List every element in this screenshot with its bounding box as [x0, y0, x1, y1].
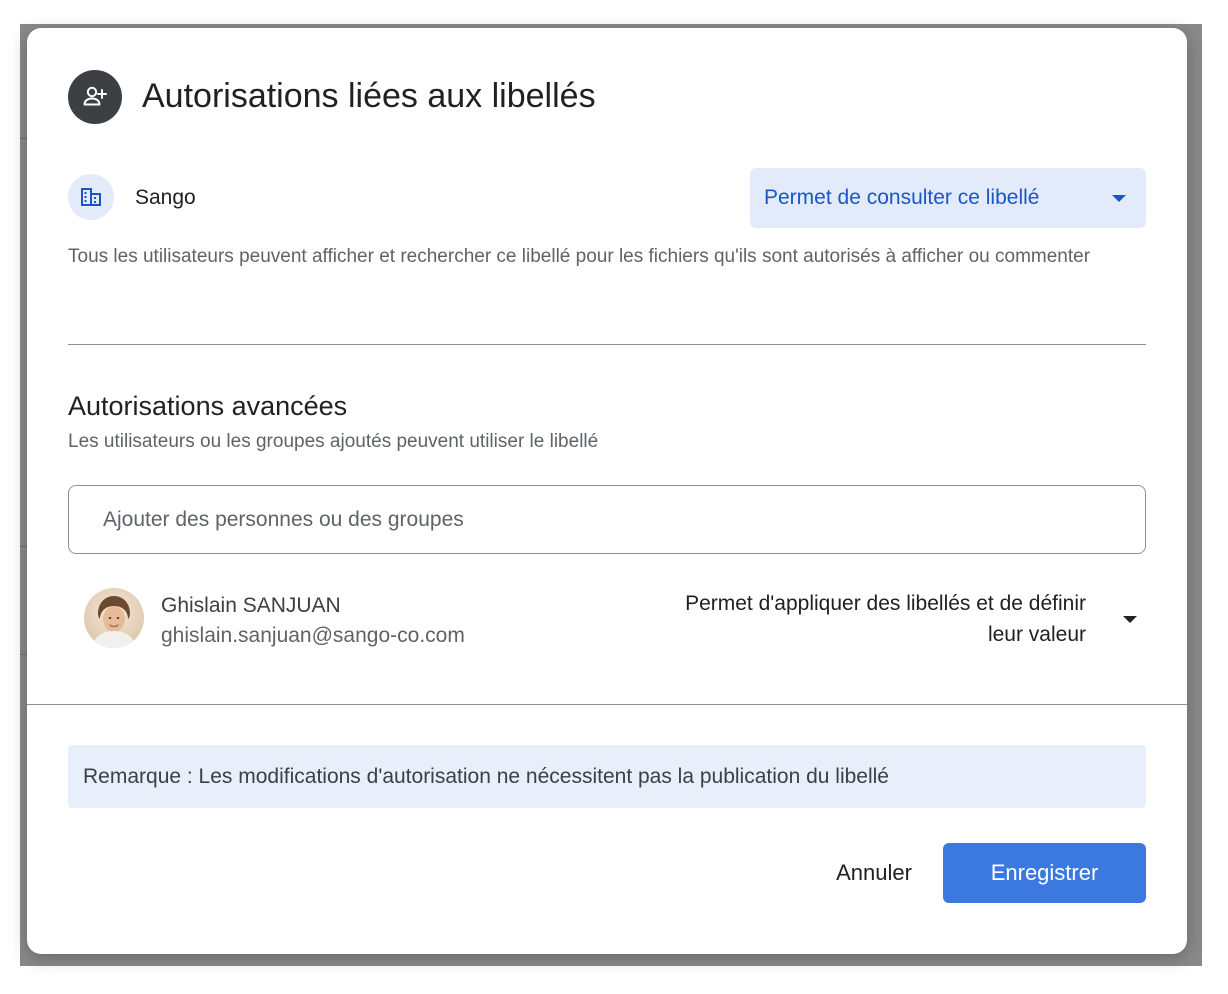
label-permissions-dialog: Autorisations liées aux libellés Sango P…: [27, 28, 1187, 954]
organization-permission-label: Permet de consulter ce libellé: [764, 186, 1040, 209]
section-divider: [27, 704, 1187, 705]
section-divider: [68, 344, 1146, 345]
user-email: ghislain.sanjuan@sango-co.com: [161, 624, 465, 647]
user-permission-dropdown[interactable]: Permet d'appliquer des libellés et de dé…: [647, 588, 1137, 654]
domain-icon: [68, 174, 114, 220]
cancel-button[interactable]: Annuler: [813, 843, 935, 903]
user-name: Ghislain SANJUAN: [161, 594, 341, 617]
organization-name: Sango: [135, 186, 196, 209]
organization-permission-dropdown[interactable]: Permet de consulter ce libellé: [750, 168, 1146, 228]
info-note-text: Remarque : Les modifications d'autorisat…: [83, 764, 889, 788]
advanced-permissions-title: Autorisations avancées: [68, 391, 348, 421]
organization-permission-description: Tous les utilisateurs peuvent afficher e…: [68, 246, 1091, 267]
dialog-title: Autorisations liées aux libellés: [142, 77, 596, 115]
save-button[interactable]: Enregistrer: [943, 843, 1146, 903]
user-permission-label: Permet d'appliquer des libellés et de dé…: [685, 592, 1086, 646]
chevron-down-icon: [1123, 616, 1137, 623]
avatar: [84, 588, 144, 648]
person-add-icon: [68, 70, 122, 124]
advanced-permissions-subtitle: Les utilisateurs ou les groupes ajoutés …: [68, 431, 599, 452]
chevron-down-icon: [1112, 195, 1126, 202]
add-people-input[interactable]: [68, 485, 1146, 554]
info-note: Remarque : Les modifications d'autorisat…: [68, 745, 1146, 808]
